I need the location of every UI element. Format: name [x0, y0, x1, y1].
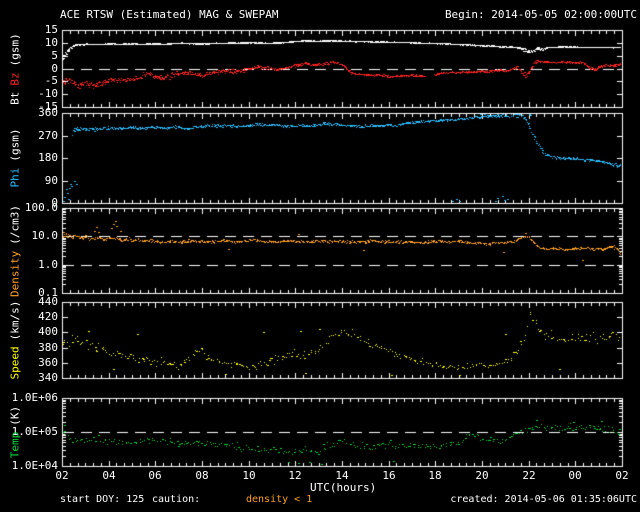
chart-canvas — [0, 0, 640, 512]
x-tick-label: 02 — [615, 469, 629, 482]
axis-label-part: (/cm3) — [8, 204, 22, 245]
begin-timestamp: Begin: 2014-05-05 02:00:00UTC — [444, 8, 637, 21]
page-title: ACE RTSW (Estimated) MAG & SWEPAM — [60, 8, 279, 21]
x-tick-label: 22 — [522, 469, 536, 482]
mag-axis-label: Bt Bz (gsm) — [8, 30, 22, 108]
axis-label-part: Bt — [8, 91, 22, 105]
axis-label-part: (gsm) — [8, 128, 22, 162]
x-tick-label: 02 — [55, 469, 69, 482]
x-tick-label: 04 — [102, 469, 116, 482]
axis-label-part: (K) — [8, 405, 22, 426]
x-tick-label: 14 — [335, 469, 349, 482]
axis-label-part: (km/s) — [8, 300, 22, 341]
temp-axis-label: Temp (K) — [8, 403, 22, 461]
footer-created-timestamp: created: 2014-05-06 01:35:06UTC — [450, 494, 637, 505]
axis-label-part: Bz — [8, 71, 22, 86]
phi-axis-label: Phi (gsm) — [8, 126, 22, 191]
y-tick-label: 360 — [38, 106, 58, 119]
x-tick-label: 06 — [148, 469, 162, 482]
x-tick-label: 10 — [242, 469, 256, 482]
x-tick-label: 12 — [288, 469, 302, 482]
x-tick-label: 08 — [195, 469, 209, 482]
axis-label-part: (gsm) — [8, 32, 22, 66]
footer-caution-label: caution: — [152, 494, 201, 505]
x-axis-title: UTC(hours) — [310, 481, 377, 494]
axis-label-part: Density — [8, 250, 22, 297]
ace-rtsw-plot: ACE RTSW (Estimated) MAG & SWEPAM Begin:… — [0, 0, 640, 512]
x-tick-label: 20 — [475, 469, 489, 482]
axis-label-part: Speed — [8, 346, 22, 380]
x-tick-label: 16 — [382, 469, 396, 482]
footer-caution-value: density < 1 — [246, 494, 313, 505]
axis-label-part: Temp — [8, 431, 22, 459]
footer-start-doy: start DOY: 125 — [60, 494, 145, 505]
x-tick-label: 18 — [428, 469, 442, 482]
density-axis-label: Density (/cm3) — [8, 201, 22, 299]
axis-label-part: Phi — [8, 167, 22, 188]
x-tick-label: 00 — [568, 469, 582, 482]
speed-axis-label: Speed (km/s) — [8, 298, 22, 383]
